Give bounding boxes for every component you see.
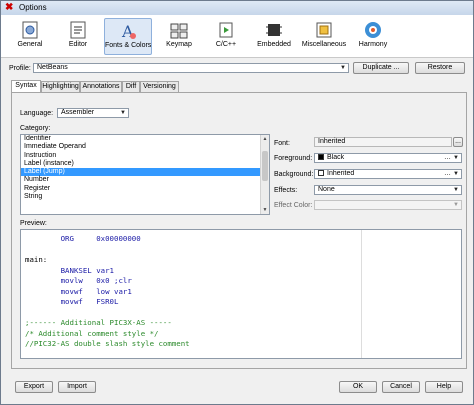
code-line: /* Additional comment style */ <box>25 328 159 338</box>
foreground-select[interactable]: Black … ▼ <box>314 153 462 163</box>
tab-syntax[interactable]: Syntax <box>11 80 41 92</box>
profile-select[interactable]: NetBeans ▼ <box>33 63 349 73</box>
font-browse-button[interactable]: ... <box>453 137 463 147</box>
app-icon: ✖ <box>5 2 14 13</box>
list-item[interactable]: String <box>21 193 269 201</box>
font-field: Inherited <box>314 137 452 147</box>
foreground-swatch <box>318 154 324 160</box>
category-list[interactable]: Identifier Immediate Operand Instruction… <box>20 134 270 215</box>
fonts-colors-icon: A <box>121 22 136 41</box>
code-line: BANKSEL var1 <box>25 265 114 275</box>
background-swatch <box>318 170 324 176</box>
category-scrollbar[interactable]: ▲ ▼ <box>260 135 269 214</box>
profile-value: NetBeans <box>37 64 68 71</box>
scroll-thumb[interactable] <box>262 151 268 181</box>
scroll-up-icon[interactable]: ▲ <box>261 135 269 143</box>
list-item[interactable]: Label (instance) <box>21 160 269 168</box>
toolbar-general[interactable]: General <box>9 18 51 55</box>
list-item[interactable]: Immediate Operand <box>21 143 269 151</box>
tab-highlighting[interactable]: Highlighting <box>41 81 80 92</box>
chevron-down-icon: ▼ <box>453 202 459 208</box>
language-select[interactable]: Assembler ▼ <box>57 108 129 118</box>
right-margin-guide <box>361 230 362 358</box>
options-window: ✖ Options General Editor A Fonts & Color… <box>0 0 474 405</box>
cpp-icon <box>219 22 233 38</box>
tab-diff[interactable]: Diff <box>122 81 140 92</box>
toolbar-label: General <box>17 41 43 48</box>
chevron-down-icon: ▼ <box>120 110 126 116</box>
code-line: movlw 0x0 ;clr <box>25 276 132 285</box>
code-line: ORG 0x00000000 <box>25 234 141 243</box>
toolbar-label: Harmony <box>358 41 388 48</box>
toolbar-fonts-colors[interactable]: A Fonts & Colors <box>104 18 152 55</box>
window-title: Options <box>19 3 47 12</box>
code-line: movwf FSR0L <box>25 297 119 306</box>
duplicate-button[interactable]: Duplicate ... <box>353 62 409 74</box>
background-value: Inherited <box>327 170 355 177</box>
list-item-selected[interactable]: Label (Jump) <box>21 168 269 177</box>
cancel-button[interactable]: Cancel <box>382 381 420 393</box>
profile-label: Profile: <box>9 65 31 72</box>
toolbar-label: Keymap <box>166 41 192 48</box>
general-icon <box>22 21 38 39</box>
more-icon[interactable]: … <box>444 154 451 162</box>
toolbar-label: Miscellaneous <box>301 41 347 48</box>
restore-button[interactable]: Restore <box>415 62 465 74</box>
import-button[interactable]: Import <box>58 381 96 393</box>
preview-area: ORG 0x00000000 main: BANKSEL var1 movlw 0… <box>20 229 462 359</box>
more-icon[interactable]: … <box>444 170 451 178</box>
tab-annotations[interactable]: Annotations <box>80 81 122 92</box>
harmony-icon <box>365 22 381 38</box>
help-button[interactable]: Help <box>425 381 463 393</box>
background-select[interactable]: Inherited … ▼ <box>314 169 462 179</box>
language-label: Language: <box>20 110 54 117</box>
list-item[interactable]: Number <box>21 176 269 184</box>
chevron-down-icon: ▼ <box>453 155 459 161</box>
category-toolbar: General Editor A Fonts & Colors Keymap C… <box>1 15 473 58</box>
effect-color-label: Effect Color: <box>274 202 313 209</box>
export-button[interactable]: Export <box>15 381 53 393</box>
tab-versioning[interactable]: Versioning <box>140 81 179 92</box>
toolbar-harmony[interactable]: Harmony <box>353 18 393 55</box>
font-label: Font: <box>274 140 290 147</box>
toolbar-editor[interactable]: Editor <box>57 18 99 55</box>
toolbar-miscellaneous[interactable]: Miscellaneous <box>300 18 348 55</box>
category-label: Category: <box>20 125 51 132</box>
chevron-down-icon: ▼ <box>453 171 459 177</box>
ok-button[interactable]: OK <box>339 381 377 393</box>
effects-value: None <box>318 186 335 193</box>
toolbar-keymap[interactable]: Keymap <box>159 18 199 55</box>
editor-icon <box>70 21 86 39</box>
toolbar-label: C/C++ <box>215 41 237 48</box>
list-item[interactable]: Identifier <box>21 135 269 143</box>
toolbar-cpp[interactable]: C/C++ <box>206 18 246 55</box>
list-item[interactable]: Instruction <box>21 152 269 160</box>
code-line: main: <box>25 255 48 264</box>
toolbar-label: Editor <box>68 41 88 48</box>
foreground-label: Foreground: <box>274 155 313 162</box>
effect-color-select[interactable]: ▼ <box>314 200 462 210</box>
code-line: //PIC32-AS double slash style comment <box>25 339 190 348</box>
foreground-value: Black <box>327 154 345 161</box>
effects-select[interactable]: None ▼ <box>314 185 462 195</box>
effects-label: Effects: <box>274 187 298 194</box>
toolbar-label: Fonts & Colors <box>105 42 152 49</box>
background-label: Background: <box>274 171 314 178</box>
toolbar-embedded[interactable]: Embedded <box>253 18 295 55</box>
code-line: movwf low var1 <box>25 286 132 296</box>
embedded-icon <box>266 24 282 36</box>
chevron-down-icon: ▼ <box>453 187 459 193</box>
code-line: ;------ Additional PIC3X-AS ----- <box>25 318 172 327</box>
chevron-down-icon: ▼ <box>340 65 346 71</box>
preview-label: Preview: <box>20 220 47 227</box>
language-value: Assembler <box>61 109 95 116</box>
list-item[interactable]: Register <box>21 185 269 193</box>
title-bar: ✖ Options <box>1 1 473 15</box>
toolbar-label: Embedded <box>257 41 291 48</box>
scroll-down-icon[interactable]: ▼ <box>261 206 269 214</box>
keymap-icon <box>170 23 188 39</box>
miscellaneous-icon <box>316 22 332 38</box>
